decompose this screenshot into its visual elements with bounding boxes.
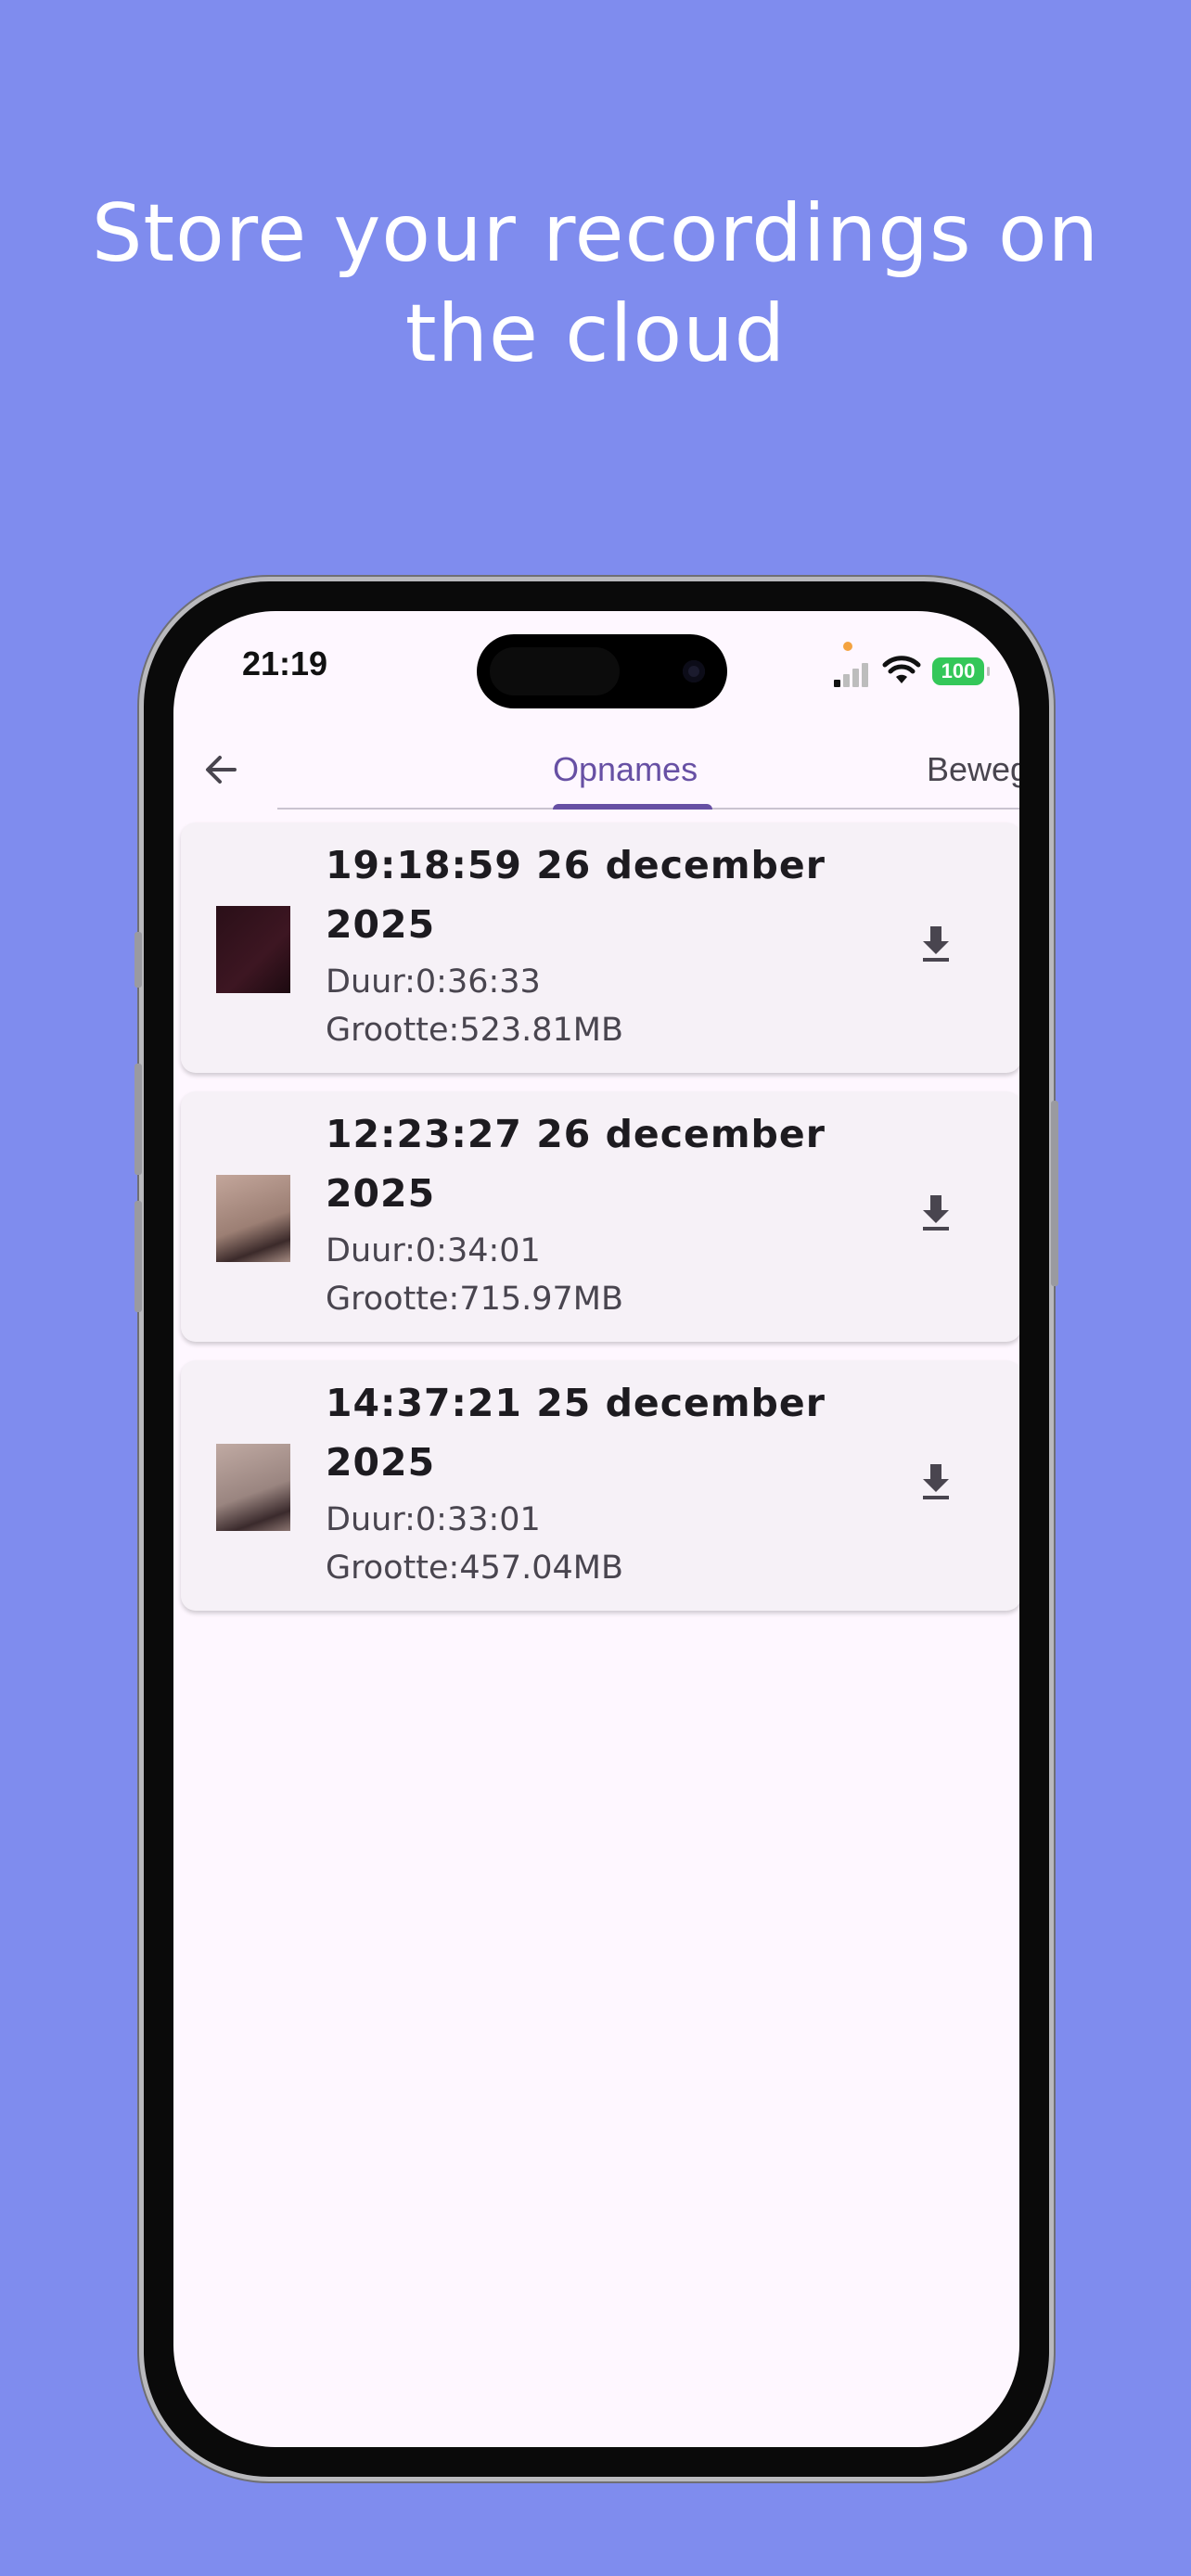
recording-duration: Duur:0:36:33: [326, 963, 541, 1001]
recording-card[interactable]: 19:18:59 26 december 2025 Duur:0:36:33 G…: [181, 823, 1019, 1073]
headline-line-1: Store your recordings on: [91, 187, 1100, 280]
volume-up-button: [134, 1064, 142, 1175]
cellular-signal-icon: [834, 659, 871, 687]
recording-thumbnail: [216, 1175, 290, 1262]
recording-title: 19:18:59 26 december 2025: [326, 843, 826, 947]
privacy-indicator-icon: [843, 642, 852, 651]
tab-opnames[interactable]: Opnames: [553, 732, 698, 808]
tab-bar: Opnames Beweging: [277, 732, 1019, 810]
active-tab-indicator: [553, 804, 712, 810]
power-button: [1051, 1101, 1058, 1286]
wifi-icon: [882, 656, 921, 683]
recording-title: 12:23:27 26 december 2025: [326, 1112, 826, 1216]
app-bar: Opnames Beweging: [173, 732, 1019, 810]
recordings-list: 19:18:59 26 december 2025 Duur:0:36:33 G…: [181, 823, 1019, 1629]
recording-card[interactable]: 12:23:27 26 december 2025 Duur:0:34:01 G…: [181, 1091, 1019, 1342]
action-button: [134, 932, 142, 988]
phone-screen: 21:19 100 Opnames Beweging: [173, 611, 1019, 2447]
download-icon[interactable]: [908, 1453, 964, 1509]
headline-line-2: the cloud: [404, 287, 787, 380]
volume-down-button: [134, 1201, 142, 1312]
recording-card[interactable]: 14:37:21 25 december 2025 Duur:0:33:01 G…: [181, 1360, 1019, 1611]
battery-indicator: 100: [932, 657, 990, 685]
headline: Store your recordings on the cloud: [0, 184, 1191, 384]
download-icon[interactable]: [908, 915, 964, 971]
recording-duration: Duur:0:34:01: [326, 1232, 541, 1269]
recording-size: Grootte:715.97MB: [326, 1281, 624, 1318]
recording-duration: Duur:0:33:01: [326, 1501, 541, 1538]
sensor-area: [490, 647, 620, 695]
back-arrow-icon[interactable]: [198, 746, 244, 793]
status-time: 21:19: [242, 644, 328, 682]
tab-beweging[interactable]: Beweging: [927, 732, 1019, 808]
camera-icon: [683, 660, 705, 682]
dynamic-island: [477, 634, 727, 708]
recording-size: Grootte:523.81MB: [326, 1012, 624, 1049]
recording-thumbnail: [216, 906, 290, 993]
recording-title: 14:37:21 25 december 2025: [326, 1381, 826, 1485]
download-icon[interactable]: [908, 1184, 964, 1240]
recording-thumbnail: [216, 1444, 290, 1531]
recording-size: Grootte:457.04MB: [326, 1549, 624, 1587]
phone-frame: 21:19 100 Opnames Beweging: [134, 577, 1058, 2481]
